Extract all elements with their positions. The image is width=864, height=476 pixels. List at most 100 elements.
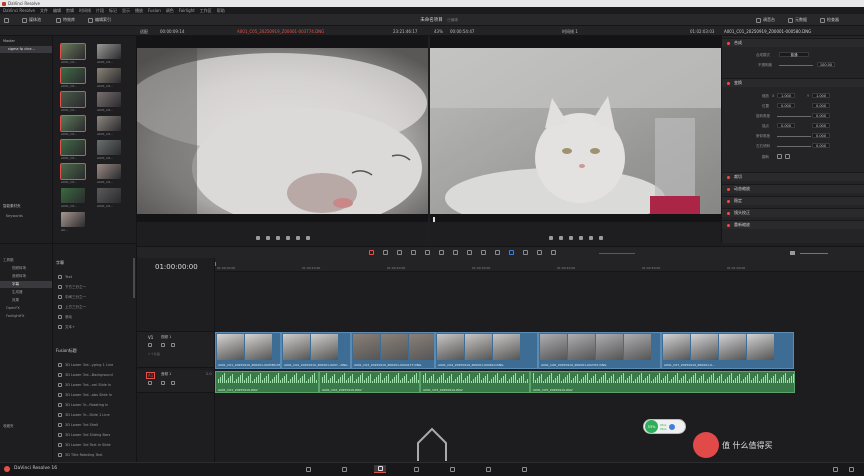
insert-clip-icon[interactable] — [425, 250, 430, 255]
rotation-slider[interactable] — [777, 116, 811, 117]
media-clip-thumbnail[interactable] — [61, 188, 85, 203]
media-clip-thumbnail[interactable] — [61, 212, 85, 227]
marker-icon[interactable] — [523, 250, 528, 255]
anchor-x-value[interactable]: 0.000 — [777, 123, 795, 128]
fusion-title-item[interactable]: 3D Lower 3r...Rotating In — [58, 401, 134, 409]
video-clip[interactable]: A001_C06_20250919_Z00001-002347.DNG — [538, 332, 661, 369]
stop-icon[interactable] — [568, 236, 573, 240]
titles-node[interactable]: 字幕 — [0, 281, 52, 288]
play-reverse-icon[interactable] — [265, 236, 270, 240]
fusion-title-item[interactable]: 3D Lower 3rd Shelf — [58, 421, 134, 429]
audio-clip[interactable]: A001_C03_20250919.WAV — [420, 371, 530, 393]
zoom-full-icon[interactable] — [537, 250, 542, 255]
media-clip-thumbnail[interactable] — [60, 139, 86, 156]
fusion-title-item[interactable]: 3D Lower 3rd Text In Slide — [58, 441, 134, 449]
play-icon[interactable] — [285, 236, 290, 240]
fusion-title-item[interactable]: 3D Lower 3rd...Background — [58, 371, 134, 379]
timeline-name[interactable]: 时间线 1 — [562, 29, 578, 35]
edit-page-tab[interactable] — [374, 465, 386, 473]
stabilization-section[interactable]: 稳定 — [722, 196, 864, 205]
section-enable-icon[interactable] — [727, 211, 730, 215]
auto-select-icon[interactable] — [161, 381, 165, 385]
dynamic-zoom-section[interactable]: 动态缩放 — [722, 184, 864, 193]
media-page-tab[interactable] — [302, 465, 314, 473]
media-clip-thumbnail[interactable] — [60, 43, 86, 60]
go-to-start-icon[interactable] — [255, 236, 260, 240]
timeline-timecode[interactable]: 01:00:00:00 — [155, 263, 198, 271]
inspector-button[interactable]: 检查器 — [820, 14, 839, 26]
selection-tool-icon[interactable] — [369, 250, 374, 255]
overwrite-clip-icon[interactable] — [439, 250, 444, 255]
blade-tool-icon[interactable] — [411, 250, 416, 255]
retime-scaling-section[interactable]: 重新缩放 — [722, 220, 864, 229]
media-clip-thumbnail[interactable] — [97, 92, 121, 107]
section-enable-icon[interactable] — [727, 41, 730, 45]
home-icon[interactable] — [833, 467, 838, 472]
section-enable-icon[interactable] — [727, 175, 730, 179]
media-pool-button[interactable]: 媒体池 — [22, 14, 41, 26]
yaw-value[interactable]: 0.000 — [812, 143, 830, 148]
go-to-end-icon[interactable] — [588, 236, 593, 240]
media-clip-thumbnail[interactable] — [97, 68, 121, 83]
effects-node[interactable]: 效果 — [12, 298, 19, 303]
video-transitions-node[interactable]: 视频转场 — [12, 266, 26, 271]
video-clip[interactable]: A001_C01_20250919_Z00001-000580.DNG — [215, 332, 281, 369]
menu-item[interactable]: Fairlight — [179, 8, 195, 13]
toolbox-node[interactable]: 工具箱 — [3, 258, 14, 263]
title-item[interactable]: 下方三分之一 — [58, 283, 134, 291]
program-zoom[interactable]: 43% — [434, 29, 443, 34]
fusion-title-item[interactable]: 3D Lower 3rd...yping 1 Line — [58, 361, 134, 369]
menu-item[interactable]: 片段 — [96, 8, 104, 14]
section-enable-icon[interactable] — [727, 199, 730, 203]
openfx-node[interactable]: OpenFX — [6, 306, 20, 310]
transform-section[interactable]: 变换 — [722, 78, 864, 87]
media-clip-thumbnail[interactable] — [60, 91, 86, 108]
flag-icon[interactable] — [509, 250, 514, 255]
dynamic-trim-icon[interactable] — [397, 250, 402, 255]
audio-clip[interactable]: A001_C02_20250919.WAV — [319, 371, 420, 393]
section-enable-icon[interactable] — [727, 187, 730, 191]
mute-icon[interactable] — [171, 381, 175, 385]
position-y-value[interactable]: 0.000 — [812, 103, 830, 108]
cropping-section[interactable]: 裁切 — [722, 172, 864, 181]
opacity-slider[interactable] — [779, 65, 813, 66]
network-monitor-widget[interactable]: 53% 0K/s 0K/s — [643, 419, 686, 434]
loop-icon[interactable] — [305, 236, 310, 240]
fairlight-fx-node[interactable]: FairlightFX — [6, 314, 24, 318]
zoom-detail-icon[interactable] — [551, 250, 556, 255]
audio-track-name[interactable]: 音频 1 — [161, 372, 171, 377]
media-clip-thumbnail[interactable] — [97, 164, 121, 179]
auto-select-icon[interactable] — [161, 343, 165, 347]
position-x-value[interactable]: 0.000 — [777, 103, 795, 108]
title-item[interactable]: 滚动 — [58, 313, 134, 321]
layout-toggle-button[interactable] — [4, 14, 9, 26]
anchor-y-value[interactable]: 0.000 — [812, 123, 830, 128]
opacity-value[interactable]: 100.00 — [817, 62, 835, 67]
loop-icon[interactable] — [598, 236, 603, 240]
section-enable-icon[interactable] — [727, 81, 730, 85]
track-monitor-icon[interactable] — [171, 343, 175, 347]
rotation-value[interactable]: 0.000 — [812, 113, 830, 118]
menu-item[interactable]: 播放 — [135, 8, 143, 14]
metadata-button[interactable]: 元数据 — [788, 14, 807, 26]
linked-selection-icon[interactable] — [481, 250, 486, 255]
snapping-icon[interactable] — [467, 250, 472, 255]
zoom-y-value[interactable]: 1.000 — [812, 93, 830, 98]
effects-library-button[interactable]: 特效库 — [56, 14, 75, 26]
pitch-slider[interactable] — [777, 136, 811, 137]
media-clip-thumbnail[interactable] — [60, 163, 86, 180]
video-track-name[interactable]: 视频 1 — [161, 335, 171, 340]
trim-tool-icon[interactable] — [383, 250, 388, 255]
fusion-title-item[interactable]: 3D Title Rotating Text — [58, 451, 134, 459]
menu-item[interactable]: 剪辑 — [66, 8, 74, 14]
audio-transitions-node[interactable]: 音频转场 — [12, 274, 26, 279]
menu-item[interactable]: 编辑 — [53, 8, 61, 14]
mixer-button[interactable]: 调音台 — [756, 14, 775, 26]
media-clip-thumbnail[interactable] — [97, 116, 121, 131]
video-clip[interactable]: A001_C07_20250919_Z00001-0... — [661, 332, 794, 369]
flip-horizontal-icon[interactable] — [777, 154, 782, 159]
media-clip-thumbnail[interactable] — [60, 67, 86, 84]
play-icon[interactable] — [578, 236, 583, 240]
volume-slider[interactable] — [800, 253, 828, 254]
video-clip[interactable]: A001_C02_20250919_Z00001-0007...DNG — [281, 332, 351, 369]
